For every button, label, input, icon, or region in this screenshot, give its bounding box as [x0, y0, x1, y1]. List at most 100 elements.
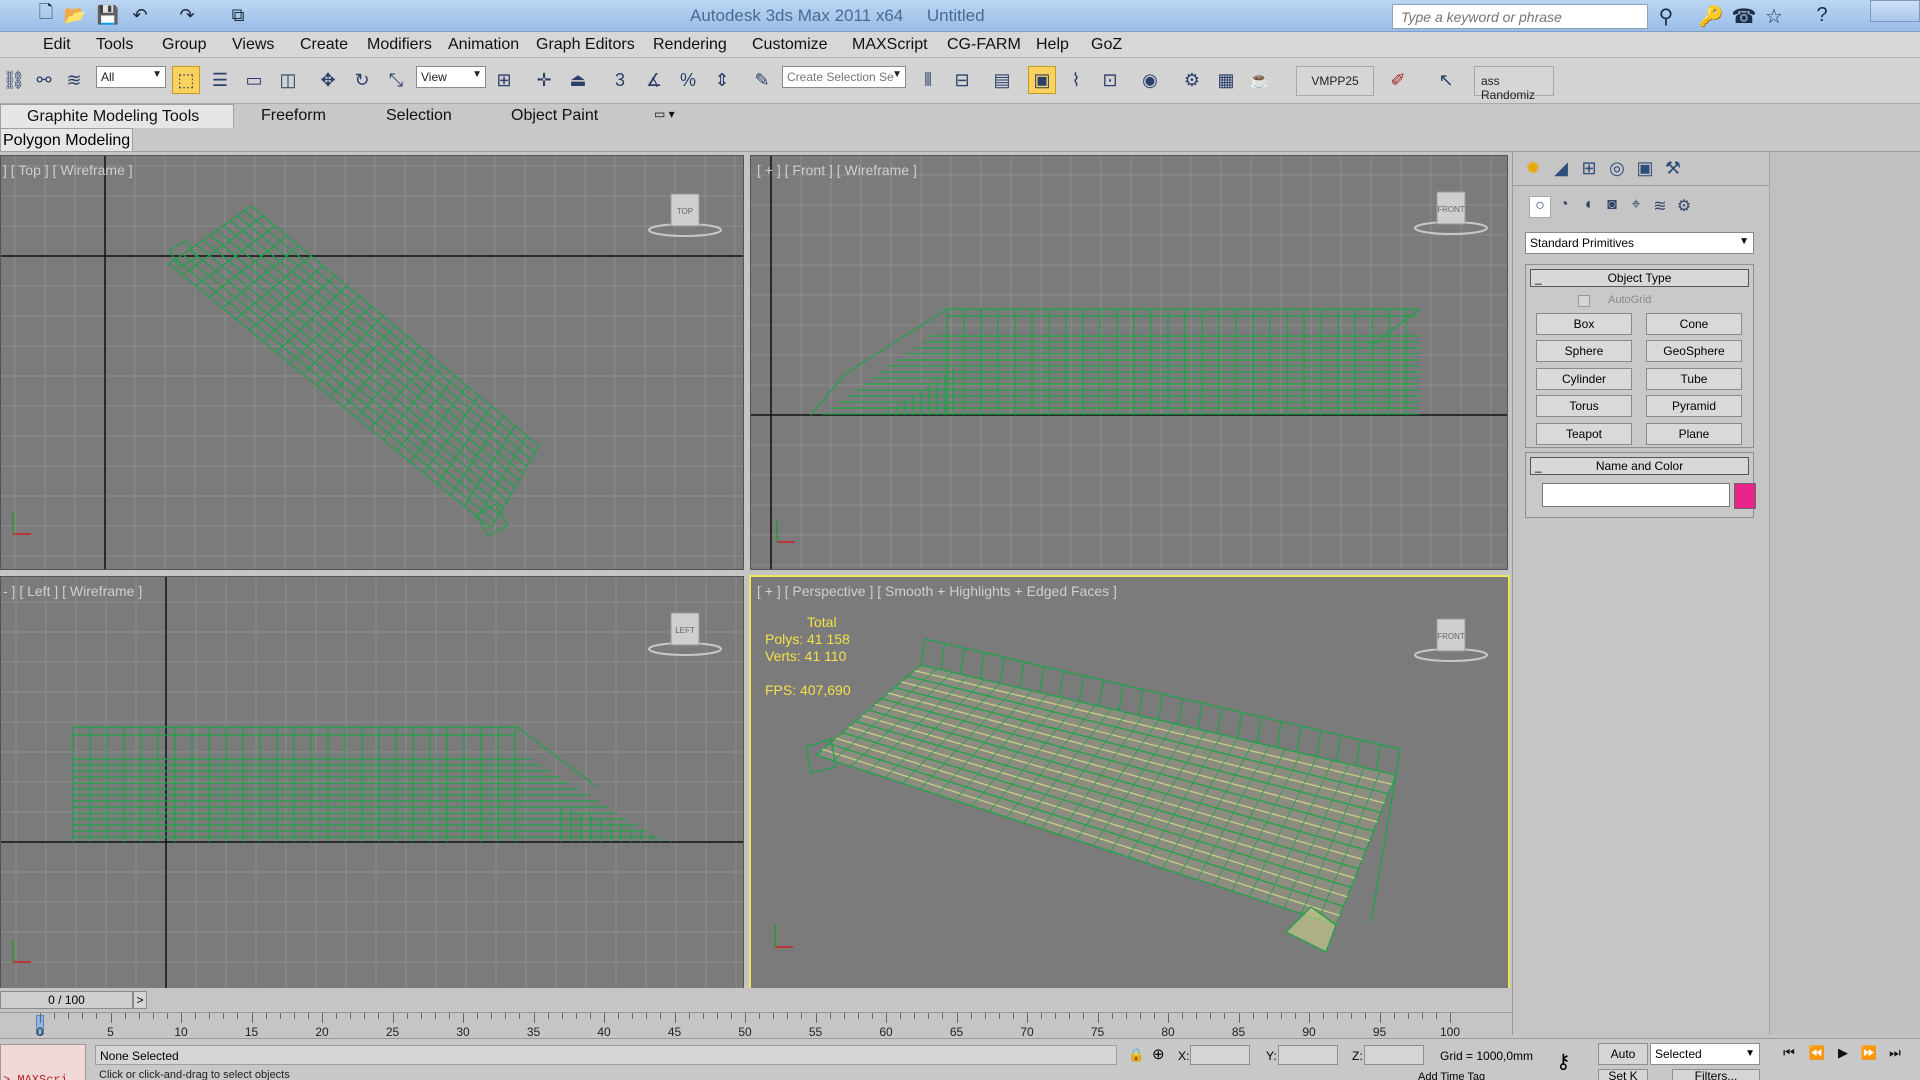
align-icon[interactable]: ⊟: [948, 66, 976, 94]
systems-icon[interactable]: ⚙: [1673, 196, 1695, 218]
geosphere-button[interactable]: GeoSphere: [1646, 340, 1742, 362]
tab-selection[interactable]: Selection: [386, 104, 452, 128]
binoculars-icon[interactable]: ⚲: [1652, 4, 1680, 28]
schematic-view-icon[interactable]: ⊡: [1096, 66, 1124, 94]
viewport-label[interactable]: [ + ] [ Perspective ] [ Smooth + Highlig…: [757, 583, 1117, 599]
spacewarps-icon[interactable]: ≋: [1649, 196, 1671, 218]
undo-icon[interactable]: ↶: [128, 4, 152, 26]
go-to-start-icon[interactable]: ⏮: [1778, 1045, 1800, 1063]
frame-counter[interactable]: 0 / 100: [0, 991, 133, 1009]
select-manipulate-icon[interactable]: ✛: [530, 66, 558, 94]
minimize-button[interactable]: [1870, 0, 1920, 22]
viewport-label[interactable]: [ + ] [ Front ] [ Wireframe ]: [757, 162, 917, 178]
keyboard-shortcut-icon[interactable]: ⏏: [564, 66, 592, 94]
menu-create[interactable]: Create: [300, 36, 348, 54]
x-coordinate-field[interactable]: [1190, 1045, 1250, 1065]
render-setup-icon[interactable]: ⚙: [1178, 66, 1206, 94]
box-button[interactable]: Box: [1536, 313, 1632, 335]
primitive-category-dropdown[interactable]: Standard Primitives ▼: [1525, 232, 1754, 254]
menu-help[interactable]: Help: [1036, 36, 1069, 54]
selection-filter-dropdown[interactable]: All ▼: [96, 66, 166, 88]
project-folder-icon[interactable]: ⧉: [226, 4, 250, 26]
helpers-icon[interactable]: ⌖: [1625, 196, 1647, 218]
maxscript-listener[interactable]: > MAXScri: [0, 1044, 86, 1080]
layer-manager-icon[interactable]: ▤: [988, 66, 1016, 94]
name-and-color-header[interactable]: _ Name and Color: [1530, 457, 1749, 475]
ribbon-options-icon[interactable]: ▭ ▾: [654, 104, 675, 128]
tab-graphite-modeling-tools[interactable]: Graphite Modeling Tools: [0, 104, 234, 128]
modify-tab-icon[interactable]: ◢: [1549, 158, 1573, 182]
curve-editor-icon[interactable]: ⌇: [1062, 66, 1090, 94]
autogrid-checkbox[interactable]: [1578, 295, 1590, 307]
cameras-icon[interactable]: ◙: [1601, 196, 1623, 218]
next-frame-icon[interactable]: ⏩: [1858, 1045, 1880, 1063]
graphite-toggle-icon[interactable]: ▣: [1028, 66, 1056, 94]
select-object-icon[interactable]: ⬚: [172, 66, 200, 94]
new-file-icon[interactable]: 🗋: [34, 2, 58, 26]
open-file-icon[interactable]: 📂: [63, 4, 87, 26]
search-input[interactable]: [1392, 4, 1648, 29]
menu-graph-editors[interactable]: Graph Editors: [536, 36, 635, 54]
unlink-icon[interactable]: ⚯: [30, 66, 58, 94]
tube-button[interactable]: Tube: [1646, 368, 1742, 390]
menu-maxscript[interactable]: MAXScript: [852, 36, 928, 54]
favorites-star-icon[interactable]: ☆: [1760, 4, 1788, 28]
utilities-tab-icon[interactable]: ⚒: [1661, 158, 1685, 182]
lock-selection-icon[interactable]: 🔒: [1128, 1047, 1144, 1063]
object-name-field[interactable]: [1542, 483, 1730, 507]
polygon-modeling-panel[interactable]: Polygon Modeling: [0, 128, 134, 152]
mirror-icon[interactable]: ⫴: [914, 66, 942, 94]
viewport-front[interactable]: FRONT [ + ] [ Front ] [ Wireframe ]: [750, 155, 1508, 570]
tab-freeform[interactable]: Freeform: [261, 104, 326, 128]
menu-customize[interactable]: Customize: [752, 36, 828, 54]
goz-brush-icon[interactable]: ✐: [1384, 66, 1412, 94]
spinner-snap-icon[interactable]: ⇕: [708, 66, 736, 94]
object-color-swatch[interactable]: [1734, 483, 1756, 509]
viewport-label[interactable]: - ] [ Left ] [ Wireframe ]: [3, 583, 142, 599]
angle-snap-icon[interactable]: ∡: [640, 66, 668, 94]
set-key-button[interactable]: Set K: [1598, 1069, 1648, 1080]
teapot-button[interactable]: Teapot: [1536, 423, 1632, 445]
absolute-mode-icon[interactable]: ⊕: [1152, 1045, 1165, 1063]
cylinder-button[interactable]: Cylinder: [1536, 368, 1632, 390]
link-icon[interactable]: ⛓: [0, 66, 28, 94]
shapes-icon[interactable]: ◔: [1553, 196, 1575, 218]
go-to-end-icon[interactable]: ⏭: [1884, 1045, 1906, 1063]
select-by-name-icon[interactable]: ☰: [206, 66, 234, 94]
edit-named-selection-icon[interactable]: ✎: [748, 66, 776, 94]
named-selection-set-dropdown[interactable]: Create Selection Se ▼: [782, 66, 906, 88]
menu-animation[interactable]: Animation: [448, 36, 519, 54]
scale-icon[interactable]: ⤡: [382, 66, 410, 94]
menu-rendering[interactable]: Rendering: [653, 36, 727, 54]
percent-snap-icon[interactable]: %: [674, 66, 702, 94]
viewport-top[interactable]: TOP ] [ Top ] [ Wireframe ]: [0, 155, 744, 570]
pyramid-button[interactable]: Pyramid: [1646, 395, 1742, 417]
move-icon[interactable]: ✥: [314, 66, 342, 94]
comm-center-icon[interactable]: ☎: [1730, 4, 1758, 28]
snap-toggle-icon[interactable]: 3: [606, 66, 634, 94]
material-editor-icon[interactable]: ◉: [1136, 66, 1164, 94]
geometry-icon[interactable]: ○: [1529, 196, 1551, 218]
menu-edit[interactable]: Edit: [43, 36, 71, 54]
render-teapot-icon[interactable]: ☕: [1246, 66, 1274, 94]
bind-spacewarp-icon[interactable]: ≋: [60, 66, 88, 94]
sphere-button[interactable]: Sphere: [1536, 340, 1632, 362]
plane-button[interactable]: Plane: [1646, 423, 1742, 445]
rect-selection-icon[interactable]: ▭: [240, 66, 268, 94]
object-type-header[interactable]: _ Object Type: [1530, 269, 1749, 287]
rendered-frame-icon[interactable]: ▦: [1212, 66, 1240, 94]
pivot-center-icon[interactable]: ⊞: [490, 66, 518, 94]
menu-tools[interactable]: Tools: [96, 36, 133, 54]
cursor-tool-icon[interactable]: ↖: [1432, 66, 1460, 94]
menu-group[interactable]: Group: [162, 36, 206, 54]
viewport-label[interactable]: ] [ Top ] [ Wireframe ]: [3, 162, 133, 178]
next-frame-button[interactable]: >: [133, 991, 147, 1009]
auto-key-button[interactable]: Auto: [1598, 1043, 1648, 1065]
menu-views[interactable]: Views: [232, 36, 274, 54]
set-key-icon[interactable]: ⚷: [1556, 1049, 1571, 1074]
reference-coord-dropdown[interactable]: View ▼: [416, 66, 486, 88]
viewport-perspective[interactable]: FRONT [ + ] [ Perspective ] [ Smooth + H…: [749, 575, 1510, 991]
menu-cg-farm[interactable]: CG-FARM: [947, 36, 1021, 54]
time-slider[interactable]: 0 / 100 >: [0, 988, 1512, 1012]
tab-object-paint[interactable]: Object Paint: [511, 104, 598, 128]
